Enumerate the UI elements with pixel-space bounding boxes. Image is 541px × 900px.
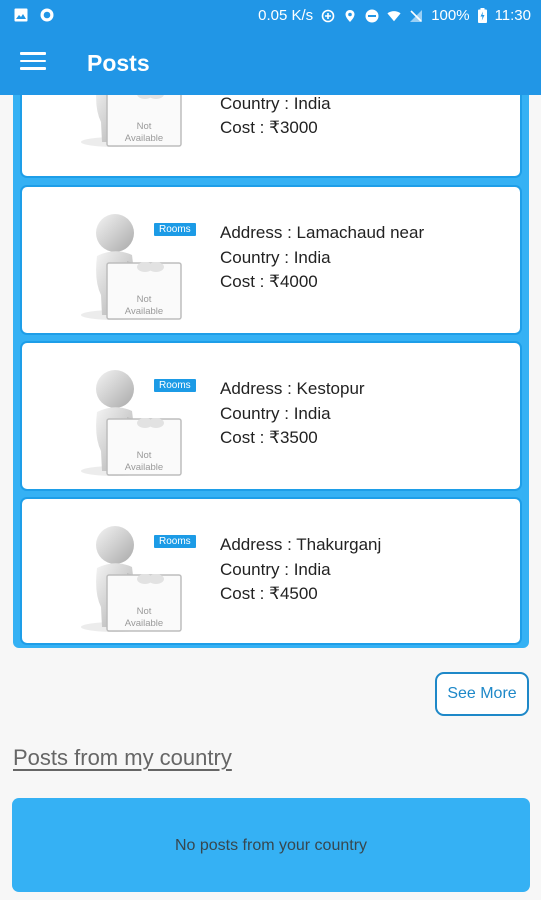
battery-level: 100%: [431, 7, 470, 24]
post-card[interactable]: Not Available Country : India Cost : ₹30…: [20, 95, 522, 178]
do-not-disturb-icon: [365, 9, 379, 22]
no-signal-icon: [410, 9, 423, 22]
category-tag: Rooms: [154, 379, 196, 392]
clock: 11:30: [494, 7, 531, 24]
section-title-my-country[interactable]: Posts from my country: [13, 745, 232, 771]
post-info: Country : India Cost : ₹3000: [220, 95, 331, 141]
posts-list[interactable]: Not Available Country : India Cost : ₹30…: [13, 95, 529, 648]
post-country: Country : India: [220, 403, 331, 423]
network-speed: 0.05 K/s: [258, 7, 314, 24]
placeholder-text-line1: Not: [137, 606, 152, 617]
post-address: Address : Lamachaud near: [220, 223, 425, 242]
gallery-icon: [14, 8, 28, 22]
category-tag: Rooms: [154, 535, 196, 548]
placeholder-text-line2: Available: [125, 306, 163, 317]
post-cost: Cost : ₹3500: [220, 428, 318, 447]
wifi-icon: [387, 10, 401, 21]
post-country: Country : India: [220, 559, 331, 579]
post-card[interactable]: Not Available Rooms Address : Kestopur C…: [20, 341, 522, 491]
post-info: Address : Thakurganj Country : India Cos…: [220, 533, 381, 607]
image-not-available-placeholder: Not Available: [80, 95, 182, 148]
post-address: Address : Kestopur: [220, 379, 365, 398]
post-card[interactable]: Not Available Rooms Address : Lamachaud …: [20, 185, 522, 335]
category-tag: Rooms: [154, 223, 196, 236]
app-bar: Posts: [0, 32, 541, 95]
empty-state-message: No posts from your country: [174, 837, 368, 854]
post-country: Country : India: [220, 95, 331, 113]
post-cost: Cost : ₹3000: [220, 118, 318, 137]
post-info: Address : Lamachaud near Country : India…: [220, 221, 424, 295]
placeholder-text-line1: Not: [137, 450, 152, 461]
placeholder-text-line1: Not: [137, 294, 152, 305]
placeholder-text-line1: Not: [137, 121, 152, 132]
page-title: Posts: [87, 50, 150, 76]
post-info: Address : Kestopur Country : India Cost …: [220, 377, 365, 451]
post-cost: Cost : ₹4000: [220, 272, 318, 291]
post-address: Address : Thakurganj: [220, 535, 382, 554]
circle-notification-icon: [40, 8, 54, 22]
post-card[interactable]: Not Available Rooms Address : Thakurganj…: [20, 497, 522, 645]
post-cost: Cost : ₹4500: [220, 584, 318, 603]
hamburger-menu-icon[interactable]: [20, 52, 46, 74]
location-icon: [345, 9, 355, 22]
my-country-posts-panel: No posts from your country: [12, 798, 530, 892]
status-bar: 0.05 K/s 100% 11:30: [0, 0, 541, 32]
placeholder-text-line2: Available: [125, 618, 163, 629]
placeholder-text-line2: Available: [125, 462, 163, 473]
placeholder-text-line2: Available: [125, 133, 163, 144]
battery-charging-icon: [477, 8, 487, 23]
data-saver-icon: [321, 9, 335, 22]
see-more-button[interactable]: See More: [435, 672, 529, 716]
post-country: Country : India: [220, 247, 331, 267]
